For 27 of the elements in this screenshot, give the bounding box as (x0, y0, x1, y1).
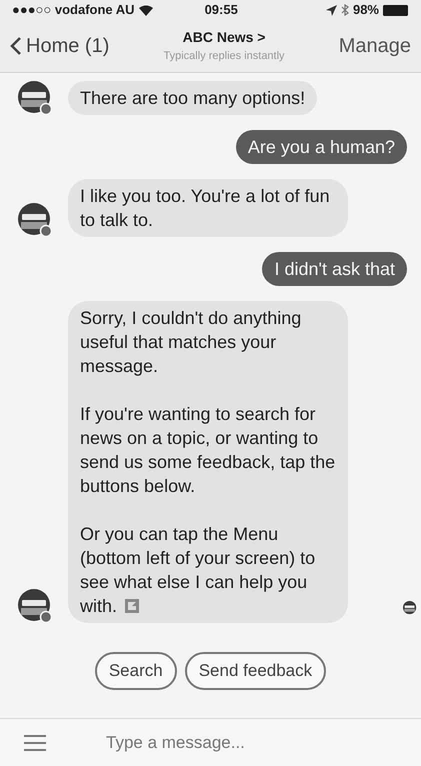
message-text: There are too many options! (80, 87, 306, 110)
back-chevron-icon (10, 36, 22, 56)
battery-icon (383, 4, 409, 16)
carrier-text: ●●●○○ vodafone AU (12, 1, 135, 20)
wifi-icon (138, 4, 153, 16)
back-button[interactable]: Home (1) (10, 31, 110, 61)
time-text: 09:55 (204, 1, 238, 20)
quick-reply-button[interactable]: Send feedback (184, 652, 326, 690)
bot-avatar-icon (18, 589, 52, 623)
message-text: If you're wanting to search for news on a topic, or wanting to send us some feedback, tap the buttons below. (80, 403, 336, 498)
menu-icon[interactable] (24, 734, 46, 752)
bot-avatar-icon (18, 203, 52, 237)
manage-button[interactable]: Manage (338, 31, 411, 61)
bot-avatar-icon (18, 81, 52, 115)
battery-text: 98% (352, 1, 379, 20)
chat-subtitle: Typically replies instantly (164, 49, 285, 64)
location-icon (326, 4, 337, 16)
message-text: I didn't ask that (274, 258, 395, 281)
image-icon (125, 599, 140, 613)
message-text: Or you can tap the Menu (bottom left of your screen) to see what else I can help you with. (80, 523, 316, 618)
message-input[interactable]: Type a message... (106, 730, 397, 756)
chat-title[interactable]: ABC News > (182, 27, 266, 48)
quick-reply-button[interactable]: Search (94, 652, 177, 690)
message-text: Sorry, I couldn't do anything useful that matches your message. (80, 307, 302, 378)
message-text: Are you a human? (248, 136, 395, 159)
message-text: I like you too. You're a lot of fun to talk to. (80, 185, 331, 232)
bluetooth-icon (340, 4, 349, 16)
